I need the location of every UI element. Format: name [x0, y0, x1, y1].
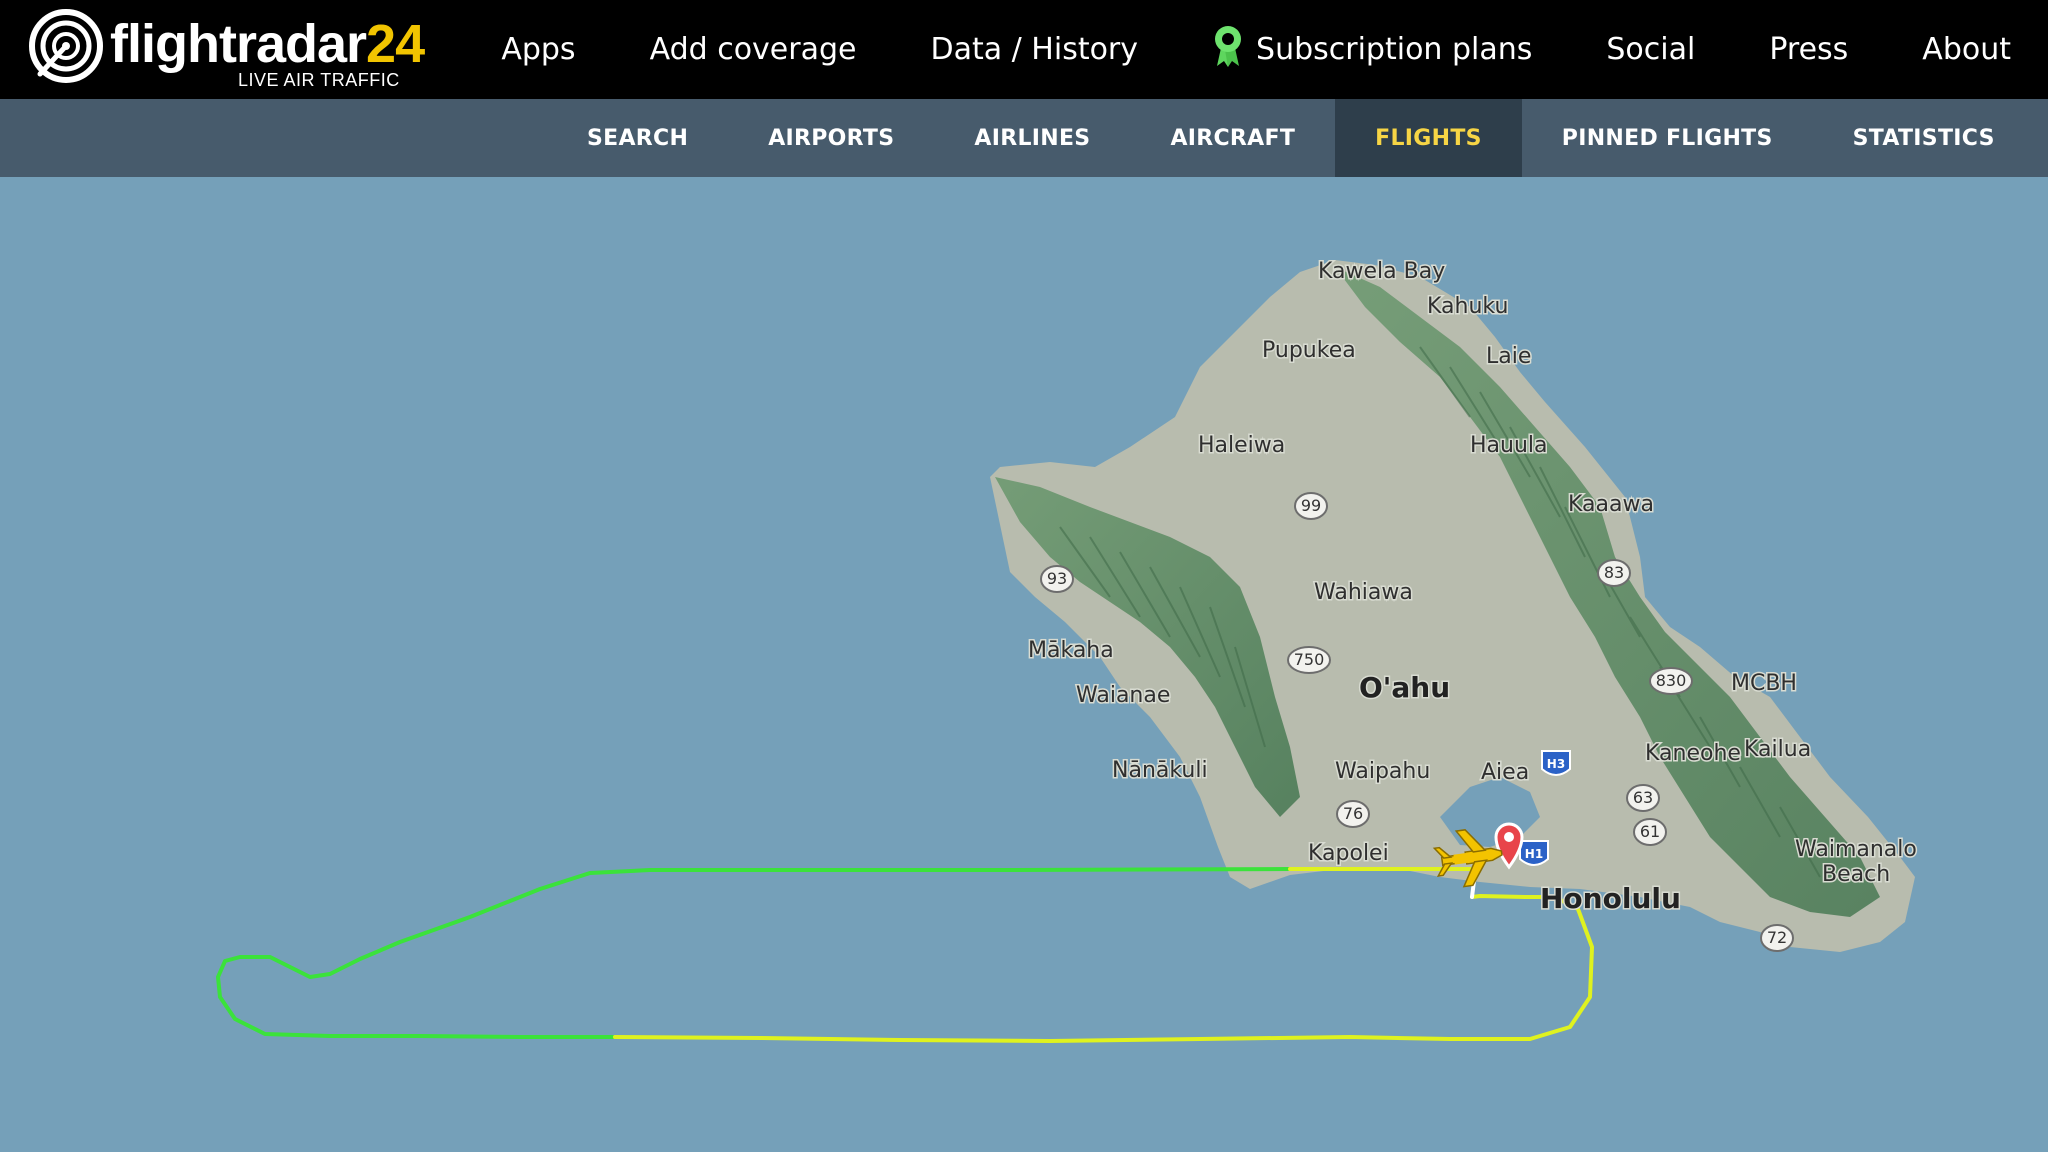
svg-text:83: 83 [1604, 563, 1624, 582]
svg-text:72: 72 [1767, 928, 1787, 947]
label-beach: Beach [1822, 862, 1890, 887]
label-oahu: O'ahu [1359, 671, 1450, 704]
label-waimanalo: Waimanalo [1795, 837, 1917, 862]
tab-pinned-flights[interactable]: PINNED FLIGHTS [1522, 99, 1813, 177]
nav-data-history[interactable]: Data / History [893, 32, 1175, 67]
label-mcbh: MCBH [1731, 671, 1797, 696]
brand-tagline: LIVE AIR TRAFFIC [238, 70, 400, 90]
brand-number: 24 [366, 14, 425, 74]
route-shield-63: 63 [1626, 784, 1660, 812]
label-hauula: Hauula [1470, 433, 1548, 458]
svg-text:750: 750 [1294, 650, 1325, 669]
route-shield-61: 61 [1633, 818, 1667, 846]
label-aiea: Aiea [1481, 760, 1529, 785]
route-shield-750: 750 [1287, 646, 1331, 674]
top-header: flightradar24 LIVE AIR TRAFFIC Apps Add … [0, 0, 2048, 99]
flightradar-app: flightradar24 LIVE AIR TRAFFIC Apps Add … [0, 0, 2048, 1152]
label-makaha: Mākaha [1028, 638, 1114, 663]
label-waianae: Waianae [1076, 683, 1170, 708]
label-kahuku: Kahuku [1427, 294, 1508, 319]
tab-airlines[interactable]: AIRLINES [934, 99, 1130, 177]
label-kawela-bay: Kawela Bay [1318, 259, 1445, 284]
nav-press[interactable]: Press [1732, 32, 1885, 67]
tab-search[interactable]: SEARCH [547, 99, 728, 177]
interstate-shield-h3: H3 [1541, 750, 1571, 776]
label-wahiawa: Wahiawa [1314, 580, 1413, 605]
svg-text:H1: H1 [1525, 847, 1543, 861]
tab-airports[interactable]: AIRPORTS [728, 99, 934, 177]
ocean [0, 177, 2048, 1152]
radar-logo-icon [29, 9, 103, 83]
route-shield-83: 83 [1597, 559, 1631, 587]
flightradar24-logo[interactable]: flightradar24 LIVE AIR TRAFFIC [28, 8, 425, 92]
brand-wordmark: flightradar24 [110, 14, 425, 74]
nav-subscription-label: Subscription plans [1256, 32, 1533, 67]
label-kapolei: Kapolei [1308, 841, 1389, 866]
svg-text:93: 93 [1047, 569, 1067, 588]
label-nanakuli: Nānākuli [1112, 758, 1208, 783]
svg-text:H3: H3 [1547, 757, 1565, 771]
route-shield-76: 76 [1336, 800, 1370, 828]
top-navigation: Apps Add coverage Data / History Subscri… [464, 0, 2048, 99]
brand-name: flightradar [110, 14, 367, 74]
svg-text:76: 76 [1343, 804, 1363, 823]
route-shield-93: 93 [1040, 565, 1074, 593]
sub-navigation: SEARCH AIRPORTS AIRLINES AIRCRAFT FLIGHT… [547, 99, 2035, 177]
label-pupukea: Pupukea [1262, 338, 1356, 363]
label-kailua: Kailua [1744, 737, 1811, 762]
svg-text:63: 63 [1633, 788, 1653, 807]
route-shield-72: 72 [1760, 924, 1794, 952]
svg-text:99: 99 [1301, 496, 1321, 515]
svg-text:830: 830 [1656, 671, 1687, 690]
map-canvas: 99 93 83 750 830 63 61 76 72 H3 H1 Kawel… [0, 177, 2048, 1152]
tab-flights[interactable]: FLIGHTS [1335, 99, 1522, 177]
svg-text:61: 61 [1640, 822, 1660, 841]
label-honolulu: Honolulu [1540, 882, 1681, 915]
sub-header: SEARCH AIRPORTS AIRLINES AIRCRAFT FLIGHT… [0, 99, 2048, 177]
route-shield-99: 99 [1294, 492, 1328, 520]
label-haleiwa: Haleiwa [1198, 433, 1285, 458]
label-waipahu: Waipahu [1335, 759, 1430, 784]
nav-social[interactable]: Social [1569, 32, 1732, 67]
nav-add-coverage[interactable]: Add coverage [613, 32, 894, 67]
flight-map[interactable]: 99 93 83 750 830 63 61 76 72 H3 H1 Kawel… [0, 177, 2048, 1152]
label-laie: Laie [1486, 344, 1531, 369]
award-icon [1212, 24, 1244, 76]
tab-aircraft[interactable]: AIRCRAFT [1130, 99, 1335, 177]
tab-statistics[interactable]: STATISTICS [1813, 99, 2035, 177]
route-shield-830: 830 [1649, 667, 1693, 695]
label-kaaawa: Kaaawa [1568, 492, 1654, 517]
nav-subscription-plans[interactable]: Subscription plans [1175, 24, 1569, 76]
nav-about[interactable]: About [1885, 32, 2048, 67]
label-kaneohe: Kaneohe [1645, 741, 1741, 766]
interstate-shield-h1: H1 [1519, 840, 1549, 866]
nav-apps[interactable]: Apps [464, 32, 612, 67]
